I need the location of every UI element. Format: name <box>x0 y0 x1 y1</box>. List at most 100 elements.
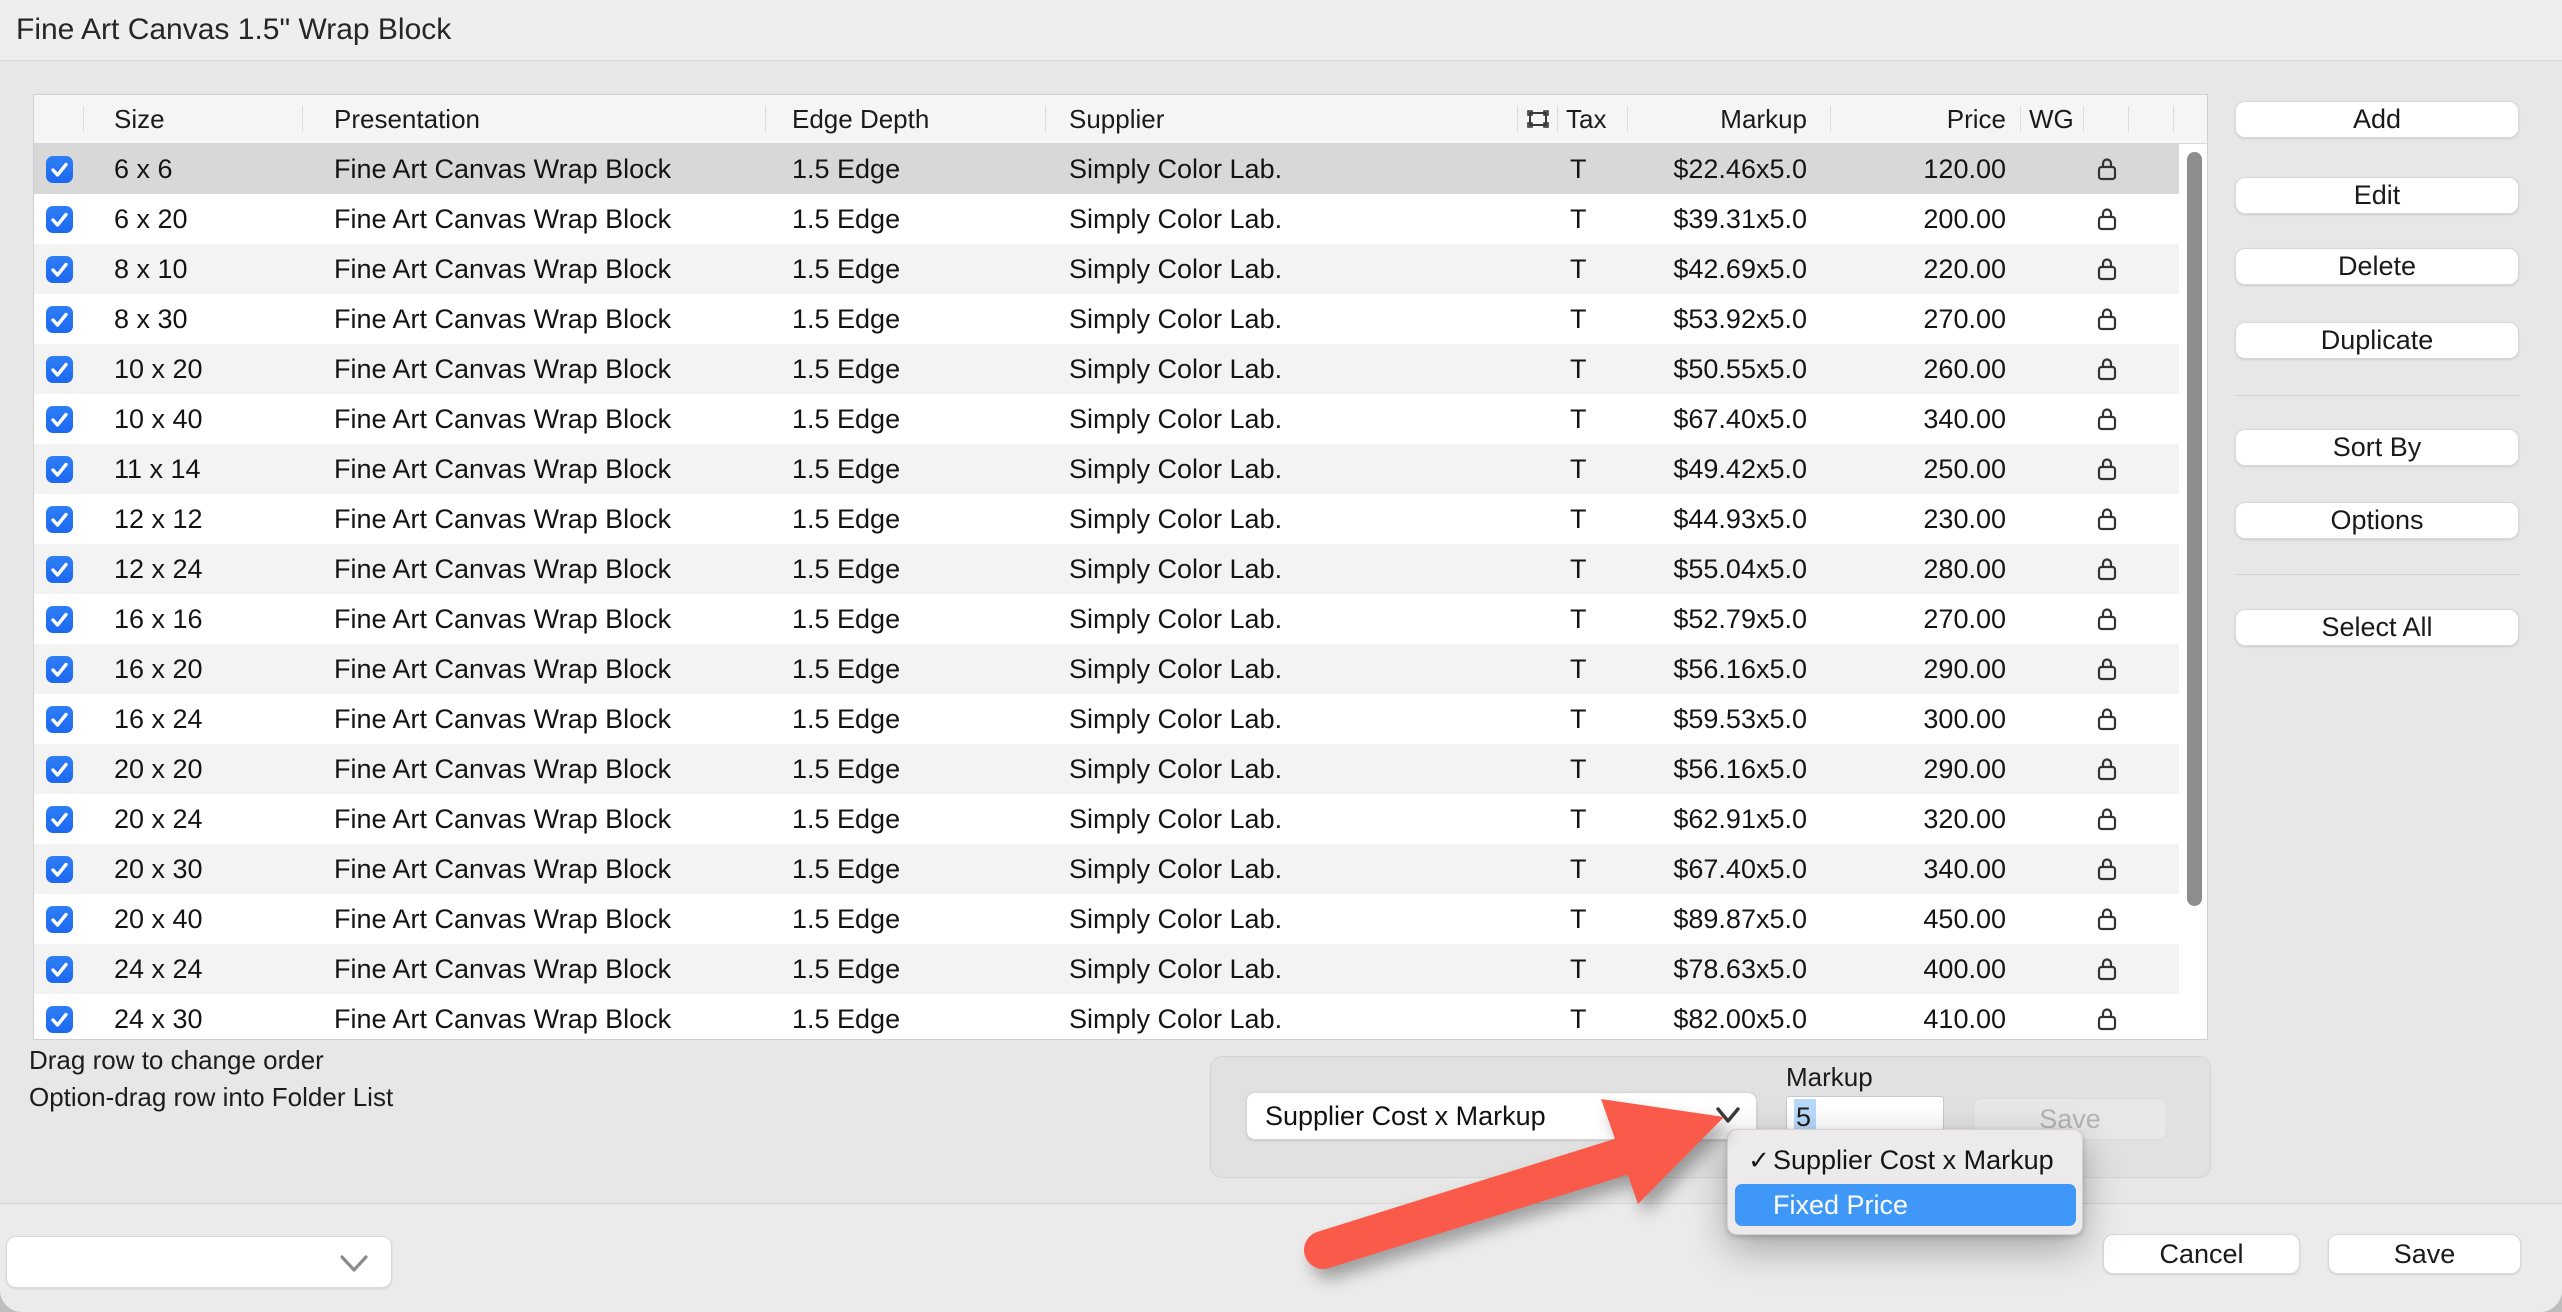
table-row[interactable]: 16 x 20Fine Art Canvas Wrap Block1.5 Edg… <box>34 644 2179 694</box>
header-presentation[interactable]: Presentation <box>303 95 766 143</box>
table-row[interactable]: 16 x 24Fine Art Canvas Wrap Block1.5 Edg… <box>34 694 2179 744</box>
row-checkbox[interactable] <box>46 506 73 533</box>
cell-tax: T <box>1558 744 1628 794</box>
folder-select[interactable] <box>6 1236 392 1288</box>
row-checkbox[interactable] <box>46 756 73 783</box>
cell-check[interactable] <box>34 194 84 244</box>
row-checkbox[interactable] <box>46 606 73 633</box>
table-row[interactable]: 24 x 30Fine Art Canvas Wrap Block1.5 Edg… <box>34 994 2179 1039</box>
header-frame-column[interactable] <box>1518 95 1558 143</box>
cell-check[interactable] <box>34 144 84 194</box>
row-checkbox[interactable] <box>46 406 73 433</box>
row-checkbox[interactable] <box>46 706 73 733</box>
sort-by-button[interactable]: Sort By <box>2235 429 2519 466</box>
cell-check[interactable] <box>34 944 84 994</box>
row-checkbox[interactable] <box>46 256 73 283</box>
row-checkbox[interactable] <box>46 856 73 883</box>
cell-check[interactable] <box>34 644 84 694</box>
duplicate-button[interactable]: Duplicate <box>2235 322 2519 359</box>
scrollbar-thumb[interactable] <box>2187 152 2202 906</box>
row-checkbox[interactable] <box>46 806 73 833</box>
cell-supp: Simply Color Lab. <box>1046 394 1518 444</box>
cell-frame <box>1518 194 1558 244</box>
row-checkbox[interactable] <box>46 206 73 233</box>
table-row[interactable]: 20 x 20Fine Art Canvas Wrap Block1.5 Edg… <box>34 744 2179 794</box>
cell-price: 280.00 <box>1831 544 2021 594</box>
cell-frame <box>1518 144 1558 194</box>
lock-icon <box>2094 455 2120 483</box>
header-tax[interactable]: Tax <box>1558 95 1628 143</box>
row-checkbox[interactable] <box>46 306 73 333</box>
menu-item-fixed-price[interactable]: Fixed Price <box>1735 1184 2076 1226</box>
add-button[interactable]: Add <box>2235 101 2519 138</box>
cell-tax: T <box>1558 194 1628 244</box>
cell-check[interactable] <box>34 994 84 1039</box>
table-row[interactable]: 20 x 40Fine Art Canvas Wrap Block1.5 Edg… <box>34 894 2179 944</box>
scrollbar-track[interactable] <box>2179 144 2207 1039</box>
edit-button[interactable]: Edit <box>2235 177 2519 214</box>
table-row[interactable]: 12 x 24Fine Art Canvas Wrap Block1.5 Edg… <box>34 544 2179 594</box>
header-price[interactable]: Price <box>1831 95 2021 143</box>
table-row[interactable]: 10 x 20Fine Art Canvas Wrap Block1.5 Edg… <box>34 344 2179 394</box>
save-button[interactable]: Save <box>2328 1234 2521 1274</box>
menu-item-supplier-cost[interactable]: ✓ Supplier Cost x Markup <box>1728 1138 2082 1182</box>
cell-check[interactable] <box>34 594 84 644</box>
cell-price: 200.00 <box>1831 194 2021 244</box>
cell-tax: T <box>1558 794 1628 844</box>
header-edge-depth[interactable]: Edge Depth <box>766 95 1046 143</box>
cell-markup: $44.93x5.0 <box>1628 494 1831 544</box>
table-row[interactable]: 6 x 6Fine Art Canvas Wrap Block1.5 EdgeS… <box>34 144 2179 194</box>
cell-wg <box>2021 594 2084 644</box>
header-size[interactable]: Size <box>84 95 303 143</box>
cell-markup: $42.69x5.0 <box>1628 244 1831 294</box>
cell-check[interactable] <box>34 244 84 294</box>
cell-check[interactable] <box>34 694 84 744</box>
cell-check[interactable] <box>34 544 84 594</box>
cell-check[interactable] <box>34 794 84 844</box>
table-row[interactable]: 16 x 16Fine Art Canvas Wrap Block1.5 Edg… <box>34 594 2179 644</box>
header-markup[interactable]: Markup <box>1628 95 1831 143</box>
pricing-mode-select[interactable]: Supplier Cost x Markup <box>1246 1092 1757 1140</box>
row-checkbox[interactable] <box>46 156 73 183</box>
lock-icon <box>2094 555 2120 583</box>
table-row[interactable]: 24 x 24Fine Art Canvas Wrap Block1.5 Edg… <box>34 944 2179 994</box>
cell-markup: $67.40x5.0 <box>1628 844 1831 894</box>
options-button[interactable]: Options <box>2235 502 2519 539</box>
row-checkbox[interactable] <box>46 656 73 683</box>
row-checkbox[interactable] <box>46 1006 73 1033</box>
cell-size: 20 x 40 <box>84 894 303 944</box>
table-row[interactable]: 8 x 30Fine Art Canvas Wrap Block1.5 Edge… <box>34 294 2179 344</box>
cell-check[interactable] <box>34 844 84 894</box>
delete-button[interactable]: Delete <box>2235 248 2519 285</box>
header-wg[interactable]: WG <box>2021 95 2084 143</box>
pricing-mode-menu: ✓ Supplier Cost x Markup Fixed Price <box>1727 1129 2083 1235</box>
cell-check[interactable] <box>34 894 84 944</box>
table-row[interactable]: 6 x 20Fine Art Canvas Wrap Block1.5 Edge… <box>34 194 2179 244</box>
cell-check[interactable] <box>34 444 84 494</box>
row-checkbox[interactable] <box>46 356 73 383</box>
table-row[interactable]: 12 x 12Fine Art Canvas Wrap Block1.5 Edg… <box>34 494 2179 544</box>
cell-check[interactable] <box>34 394 84 444</box>
table-row[interactable]: 11 x 14Fine Art Canvas Wrap Block1.5 Edg… <box>34 444 2179 494</box>
row-checkbox[interactable] <box>46 906 73 933</box>
cell-frame <box>1518 594 1558 644</box>
cell-check[interactable] <box>34 744 84 794</box>
cancel-button[interactable]: Cancel <box>2103 1234 2300 1274</box>
cell-pres: Fine Art Canvas Wrap Block <box>303 144 766 194</box>
cell-check[interactable] <box>34 344 84 394</box>
select-all-button[interactable]: Select All <box>2235 609 2519 646</box>
cell-lock <box>2084 694 2129 744</box>
table-row[interactable]: 10 x 40Fine Art Canvas Wrap Block1.5 Edg… <box>34 394 2179 444</box>
cell-edge: 1.5 Edge <box>766 394 1046 444</box>
cell-check[interactable] <box>34 494 84 544</box>
table-row[interactable]: 20 x 30Fine Art Canvas Wrap Block1.5 Edg… <box>34 844 2179 894</box>
cell-check[interactable] <box>34 294 84 344</box>
row-checkbox[interactable] <box>46 956 73 983</box>
table-row[interactable]: 20 x 24Fine Art Canvas Wrap Block1.5 Edg… <box>34 794 2179 844</box>
row-checkbox[interactable] <box>46 556 73 583</box>
table-row[interactable]: 8 x 10Fine Art Canvas Wrap Block1.5 Edge… <box>34 244 2179 294</box>
cell-size: 6 x 20 <box>84 194 303 244</box>
row-checkbox[interactable] <box>46 456 73 483</box>
cell-frame <box>1518 994 1558 1039</box>
header-supplier[interactable]: Supplier <box>1046 95 1518 143</box>
